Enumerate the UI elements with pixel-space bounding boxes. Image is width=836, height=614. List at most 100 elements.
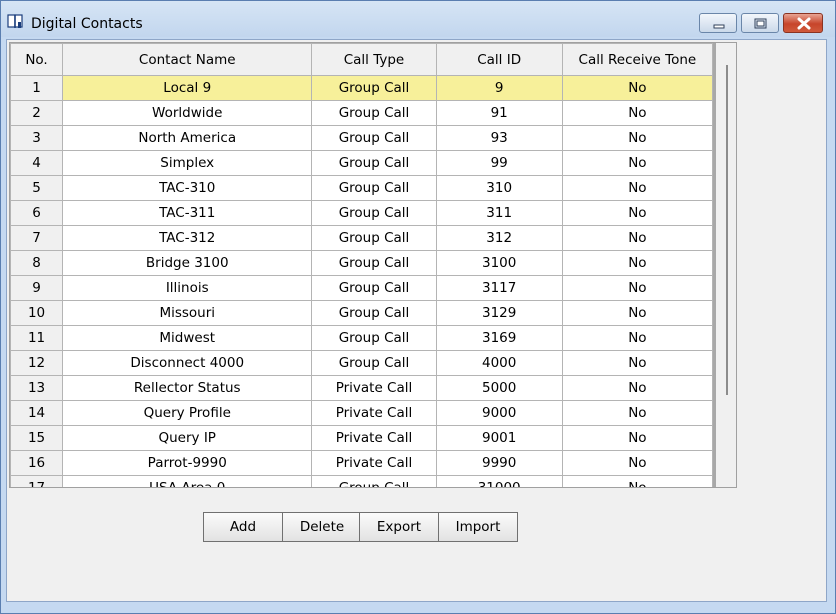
call-id-cell[interactable]: 9: [435, 75, 563, 101]
row-number[interactable]: 9: [10, 275, 64, 301]
contact-name-cell[interactable]: USA-Area 0: [62, 475, 313, 487]
contact-name-cell[interactable]: Illinois: [62, 275, 313, 301]
table-row[interactable]: 16 Parrot-9990 Private Call 9990 No: [10, 450, 714, 476]
call-type-cell[interactable]: Private Call: [311, 375, 437, 401]
call-type-cell[interactable]: Group Call: [311, 325, 437, 351]
call-type-cell[interactable]: Group Call: [311, 475, 437, 487]
call-receive-tone-cell[interactable]: No: [561, 200, 714, 226]
row-number[interactable]: 14: [10, 400, 64, 426]
call-receive-tone-cell[interactable]: No: [561, 425, 714, 451]
call-type-cell[interactable]: Group Call: [311, 350, 437, 376]
contact-name-cell[interactable]: Rellector Status: [62, 375, 313, 401]
table-row[interactable]: 7 TAC-312 Group Call 312 No: [10, 225, 714, 251]
call-type-cell[interactable]: Group Call: [311, 225, 437, 251]
row-number[interactable]: 5: [10, 175, 64, 201]
call-type-cell[interactable]: Private Call: [311, 425, 437, 451]
call-id-cell[interactable]: 9990: [435, 450, 563, 476]
call-type-cell[interactable]: Group Call: [311, 150, 437, 176]
call-receive-tone-cell[interactable]: No: [561, 175, 714, 201]
call-type-cell[interactable]: Group Call: [311, 250, 437, 276]
contact-name-cell[interactable]: TAC-312: [62, 225, 313, 251]
table-row[interactable]: 17 USA-Area 0 Group Call 31000 No: [10, 475, 714, 487]
row-number[interactable]: 4: [10, 150, 64, 176]
call-receive-tone-cell[interactable]: No: [561, 375, 714, 401]
table-row[interactable]: 5 TAC-310 Group Call 310 No: [10, 175, 714, 201]
contacts-grid[interactable]: No. Contact Name Call Type Call ID Call …: [9, 42, 737, 488]
contact-name-cell[interactable]: Midwest: [62, 325, 313, 351]
call-receive-tone-cell[interactable]: No: [561, 400, 714, 426]
call-receive-tone-cell[interactable]: No: [561, 350, 714, 376]
row-number[interactable]: 16: [10, 450, 64, 476]
call-receive-tone-cell[interactable]: No: [561, 275, 714, 301]
add-button[interactable]: Add: [203, 512, 283, 542]
table-row[interactable]: 15 Query IP Private Call 9001 No: [10, 425, 714, 451]
table-row[interactable]: 2 Worldwide Group Call 91 No: [10, 100, 714, 126]
contact-name-cell[interactable]: TAC-310: [62, 175, 313, 201]
row-number[interactable]: 3: [10, 125, 64, 151]
minimize-button[interactable]: [699, 13, 737, 33]
call-type-cell[interactable]: Group Call: [311, 100, 437, 126]
call-type-cell[interactable]: Group Call: [311, 75, 437, 101]
row-number[interactable]: 7: [10, 225, 64, 251]
contact-name-cell[interactable]: Query IP: [62, 425, 313, 451]
table-row[interactable]: 8 Bridge 3100 Group Call 3100 No: [10, 250, 714, 276]
contact-name-cell[interactable]: Local 9: [62, 75, 313, 101]
title-bar[interactable]: Digital Contacts: [1, 1, 835, 37]
column-header-no[interactable]: No.: [10, 43, 64, 76]
row-number[interactable]: 13: [10, 375, 64, 401]
contact-name-cell[interactable]: Missouri: [62, 300, 313, 326]
call-id-cell[interactable]: 312: [435, 225, 563, 251]
call-receive-tone-cell[interactable]: No: [561, 125, 714, 151]
table-row[interactable]: 10 Missouri Group Call 3129 No: [10, 300, 714, 326]
table-row[interactable]: 14 Query Profile Private Call 9000 No: [10, 400, 714, 426]
call-id-cell[interactable]: 3169: [435, 325, 563, 351]
row-number[interactable]: 2: [10, 100, 64, 126]
table-row[interactable]: 9 Illinois Group Call 3117 No: [10, 275, 714, 301]
contact-name-cell[interactable]: Simplex: [62, 150, 313, 176]
call-receive-tone-cell[interactable]: No: [561, 225, 714, 251]
delete-button[interactable]: Delete: [282, 512, 362, 542]
call-id-cell[interactable]: 3129: [435, 300, 563, 326]
contact-name-cell[interactable]: Bridge 3100: [62, 250, 313, 276]
call-receive-tone-cell[interactable]: No: [561, 325, 714, 351]
call-id-cell[interactable]: 4000: [435, 350, 563, 376]
contact-name-cell[interactable]: Parrot-9990: [62, 450, 313, 476]
table-row[interactable]: 11 Midwest Group Call 3169 No: [10, 325, 714, 351]
row-number[interactable]: 17: [10, 475, 64, 487]
table-row[interactable]: 12 Disconnect 4000 Group Call 4000 No: [10, 350, 714, 376]
vertical-scrollbar[interactable]: [726, 65, 728, 395]
call-id-cell[interactable]: 3100: [435, 250, 563, 276]
column-header-call-type[interactable]: Call Type: [311, 43, 437, 76]
table-row[interactable]: 4 Simplex Group Call 99 No: [10, 150, 714, 176]
call-id-cell[interactable]: 31000: [435, 475, 563, 487]
contact-name-cell[interactable]: TAC-311: [62, 200, 313, 226]
call-id-cell[interactable]: 310: [435, 175, 563, 201]
call-id-cell[interactable]: 3117: [435, 275, 563, 301]
call-id-cell[interactable]: 5000: [435, 375, 563, 401]
table-row[interactable]: 6 TAC-311 Group Call 311 No: [10, 200, 714, 226]
column-header-call-id[interactable]: Call ID: [435, 43, 563, 76]
row-number[interactable]: 1: [10, 75, 64, 101]
row-number[interactable]: 8: [10, 250, 64, 276]
call-receive-tone-cell[interactable]: No: [561, 100, 714, 126]
call-receive-tone-cell[interactable]: No: [561, 300, 714, 326]
call-id-cell[interactable]: 91: [435, 100, 563, 126]
call-id-cell[interactable]: 99: [435, 150, 563, 176]
column-header-call-receive-tone[interactable]: Call Receive Tone: [561, 43, 714, 76]
table-row[interactable]: 13 Rellector Status Private Call 5000 No: [10, 375, 714, 401]
call-type-cell[interactable]: Group Call: [311, 300, 437, 326]
call-receive-tone-cell[interactable]: No: [561, 475, 714, 487]
row-number[interactable]: 10: [10, 300, 64, 326]
call-type-cell[interactable]: Private Call: [311, 450, 437, 476]
export-button[interactable]: Export: [359, 512, 439, 542]
contact-name-cell[interactable]: Disconnect 4000: [62, 350, 313, 376]
import-button[interactable]: Import: [438, 512, 518, 542]
call-type-cell[interactable]: Group Call: [311, 275, 437, 301]
close-button[interactable]: [783, 13, 823, 33]
call-type-cell[interactable]: Group Call: [311, 125, 437, 151]
row-number[interactable]: 6: [10, 200, 64, 226]
call-receive-tone-cell[interactable]: No: [561, 75, 714, 101]
row-number[interactable]: 11: [10, 325, 64, 351]
maximize-button[interactable]: [741, 13, 779, 33]
contact-name-cell[interactable]: Worldwide: [62, 100, 313, 126]
